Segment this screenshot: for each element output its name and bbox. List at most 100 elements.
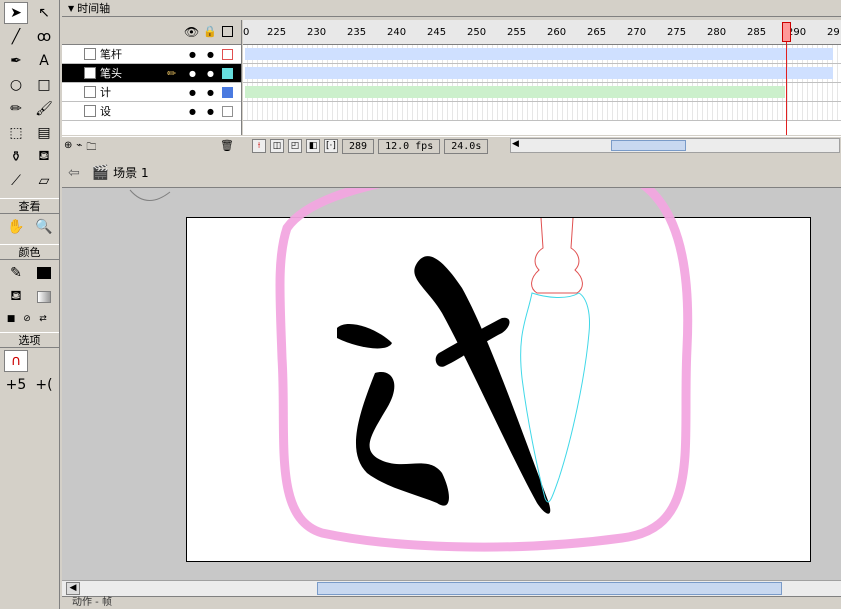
scroll-left-icon[interactable]: ◀ — [66, 582, 80, 595]
frame-row-bigan[interactable] — [243, 45, 841, 64]
frame-row-she[interactable] — [243, 102, 841, 121]
outline-color-swatch[interactable] — [222, 106, 233, 117]
lock-dot[interactable]: ● — [207, 107, 214, 116]
elapsed-time-readout: 24.0s — [444, 138, 489, 154]
actions-panel-header[interactable]: 动作 - 帧 — [62, 596, 841, 609]
lock-dot[interactable]: ● — [207, 88, 214, 97]
onion-markers-icon[interactable]: [·] — [324, 139, 338, 153]
ruler-tick: 0 — [243, 27, 250, 38]
lasso-tool-icon[interactable]: ꝏ — [32, 26, 56, 48]
back-arrow-icon[interactable]: ⇦ — [68, 165, 80, 181]
playhead-line — [786, 42, 787, 135]
subselect-tool-icon[interactable]: ↖ — [32, 2, 56, 24]
stage-scrollbar[interactable]: ◀ — [62, 580, 841, 596]
layers-list: 👁 🔒 笔杆 ● ● 笔头 ✏ ● ● 计 ● ● 设 ● ● — [62, 20, 242, 135]
fill-color-icon[interactable]: ⛾ — [4, 286, 28, 308]
brush-tool-icon[interactable]: 🖌 — [32, 98, 56, 120]
no-color-icon[interactable]: ⊘ — [20, 312, 34, 326]
ruler-tick: 280 — [707, 27, 727, 38]
frame-row-bitou[interactable] — [243, 64, 841, 83]
add-folder-icon[interactable]: 🗀 — [86, 140, 96, 157]
trash-icon[interactable]: 🗑 — [220, 139, 234, 152]
options-section-title: 选项 — [0, 332, 59, 348]
center-frame-icon[interactable]: ⟊ — [252, 139, 266, 153]
timeline-panel: ▼ 时间轴 👁 🔒 笔杆 ● ● 笔头 ✏ ● ● 计 ● ● 设 ● ● 0 … — [62, 0, 841, 155]
hand-tool-icon[interactable]: ✋ — [4, 216, 28, 238]
fps-readout[interactable]: 12.0 fps — [378, 138, 441, 154]
stroke-color-swatch[interactable] — [32, 262, 56, 284]
layer-row-bitou[interactable]: 笔头 ✏ ● ● — [62, 64, 241, 83]
layer-name: 设 — [100, 105, 111, 118]
edit-multiple-icon[interactable]: ◧ — [306, 139, 320, 153]
straighten-icon[interactable]: +( — [32, 374, 56, 396]
eye-icon[interactable]: 👁 — [184, 25, 199, 39]
swap-colors-icon[interactable]: ⇄ — [36, 312, 50, 326]
paint-bucket-icon[interactable]: ⛾ — [32, 146, 56, 168]
lock-dot[interactable]: ● — [207, 50, 214, 59]
view-section-title: 查看 — [0, 198, 59, 214]
ruler-tick: 235 — [347, 27, 367, 38]
visibility-dot[interactable]: ● — [189, 88, 196, 97]
fill-color-swatch[interactable] — [32, 286, 56, 308]
text-tool-icon[interactable]: A — [32, 50, 56, 72]
highlight-circle — [275, 188, 693, 552]
tools-panel: ➤ ↖ ╱ ꝏ ✒ A ○ □ ✏ 🖌 ⬚ ▤ ⚱ ⛾ ⟋ ▱ 查看 ✋ 🔍 颜… — [0, 0, 60, 609]
frame-ruler[interactable]: 0 225 230 235 240 245 250 255 260 265 27… — [243, 20, 841, 45]
ruler-tick: 260 — [547, 27, 567, 38]
eyedropper-icon[interactable]: ⟋ — [4, 170, 28, 192]
scroll-thumb[interactable] — [611, 140, 686, 151]
collapse-triangle-icon[interactable]: ▼ — [68, 4, 74, 13]
scroll-left-icon[interactable]: ◀ — [512, 139, 519, 149]
layers-header: 👁 🔒 — [62, 20, 241, 45]
outline-color-swatch[interactable] — [222, 49, 233, 60]
pencil-tool-icon[interactable]: ✏ — [4, 98, 28, 120]
layer-row-bigan[interactable]: 笔杆 ● ● — [62, 45, 241, 64]
onion-outline-icon[interactable]: ◰ — [288, 139, 302, 153]
lock-icon[interactable]: 🔒 — [203, 25, 217, 38]
add-layer-icon[interactable]: ⊕ — [64, 140, 72, 157]
visibility-dot[interactable]: ● — [189, 50, 196, 59]
visibility-dot[interactable]: ● — [189, 69, 196, 78]
smooth-icon[interactable]: +5 — [4, 374, 28, 396]
free-transform-icon[interactable]: ⬚ — [4, 122, 28, 144]
ruler-tick: 270 — [627, 27, 647, 38]
onion-skin-icon[interactable]: ◫ — [270, 139, 284, 153]
visibility-dot[interactable]: ● — [189, 107, 196, 116]
frame-row-ji[interactable] — [243, 83, 841, 102]
rectangle-tool-icon[interactable]: □ — [32, 74, 56, 96]
stroke-color-icon[interactable]: ✎ — [4, 262, 28, 284]
arrow-tool-icon[interactable]: ➤ — [4, 2, 28, 24]
ruler-tick: 250 — [467, 27, 487, 38]
fill-transform-icon[interactable]: ▤ — [32, 122, 56, 144]
outline-color-swatch[interactable] — [222, 68, 233, 79]
layer-row-she[interactable]: 设 ● ● — [62, 102, 241, 121]
pen-tool-icon[interactable]: ✒ — [4, 50, 28, 72]
eraser-icon[interactable]: ▱ — [32, 170, 56, 192]
frames-grid[interactable]: 0 225 230 235 240 245 250 255 260 265 27… — [243, 20, 841, 135]
layer-icon — [84, 105, 96, 117]
motion-tween — [245, 67, 833, 79]
snap-magnet-icon[interactable]: ∩ — [4, 350, 28, 372]
timeline-scrollbar[interactable]: ◀ — [510, 138, 840, 153]
add-guide-layer-icon[interactable]: ⌁ — [76, 140, 82, 157]
line-tool-icon[interactable]: ╱ — [4, 26, 28, 48]
playhead[interactable] — [782, 22, 791, 42]
ruler-tick: 275 — [667, 27, 687, 38]
current-frame-readout: 289 — [342, 138, 375, 154]
default-colors-icon[interactable]: ■ — [4, 312, 18, 326]
zoom-tool-icon[interactable]: 🔍 — [32, 216, 56, 238]
stage-workspace[interactable] — [62, 188, 841, 580]
color-section-title: 颜色 — [0, 244, 59, 260]
scroll-thumb[interactable] — [317, 582, 782, 595]
actions-panel-title: 动作 - 帧 — [72, 597, 112, 608]
ruler-tick: 265 — [587, 27, 607, 38]
oval-tool-icon[interactable]: ○ — [4, 74, 28, 96]
outline-color-swatch[interactable] — [222, 87, 233, 98]
layer-row-ji[interactable]: 计 ● ● — [62, 83, 241, 102]
ink-bottle-icon[interactable]: ⚱ — [4, 146, 28, 168]
outline-icon[interactable] — [222, 26, 233, 37]
motion-tween — [245, 48, 833, 60]
lock-dot[interactable]: ● — [207, 69, 214, 78]
scene-label[interactable]: 场景 1 — [113, 164, 148, 181]
timeline-header[interactable]: ▼ 时间轴 — [62, 0, 841, 17]
